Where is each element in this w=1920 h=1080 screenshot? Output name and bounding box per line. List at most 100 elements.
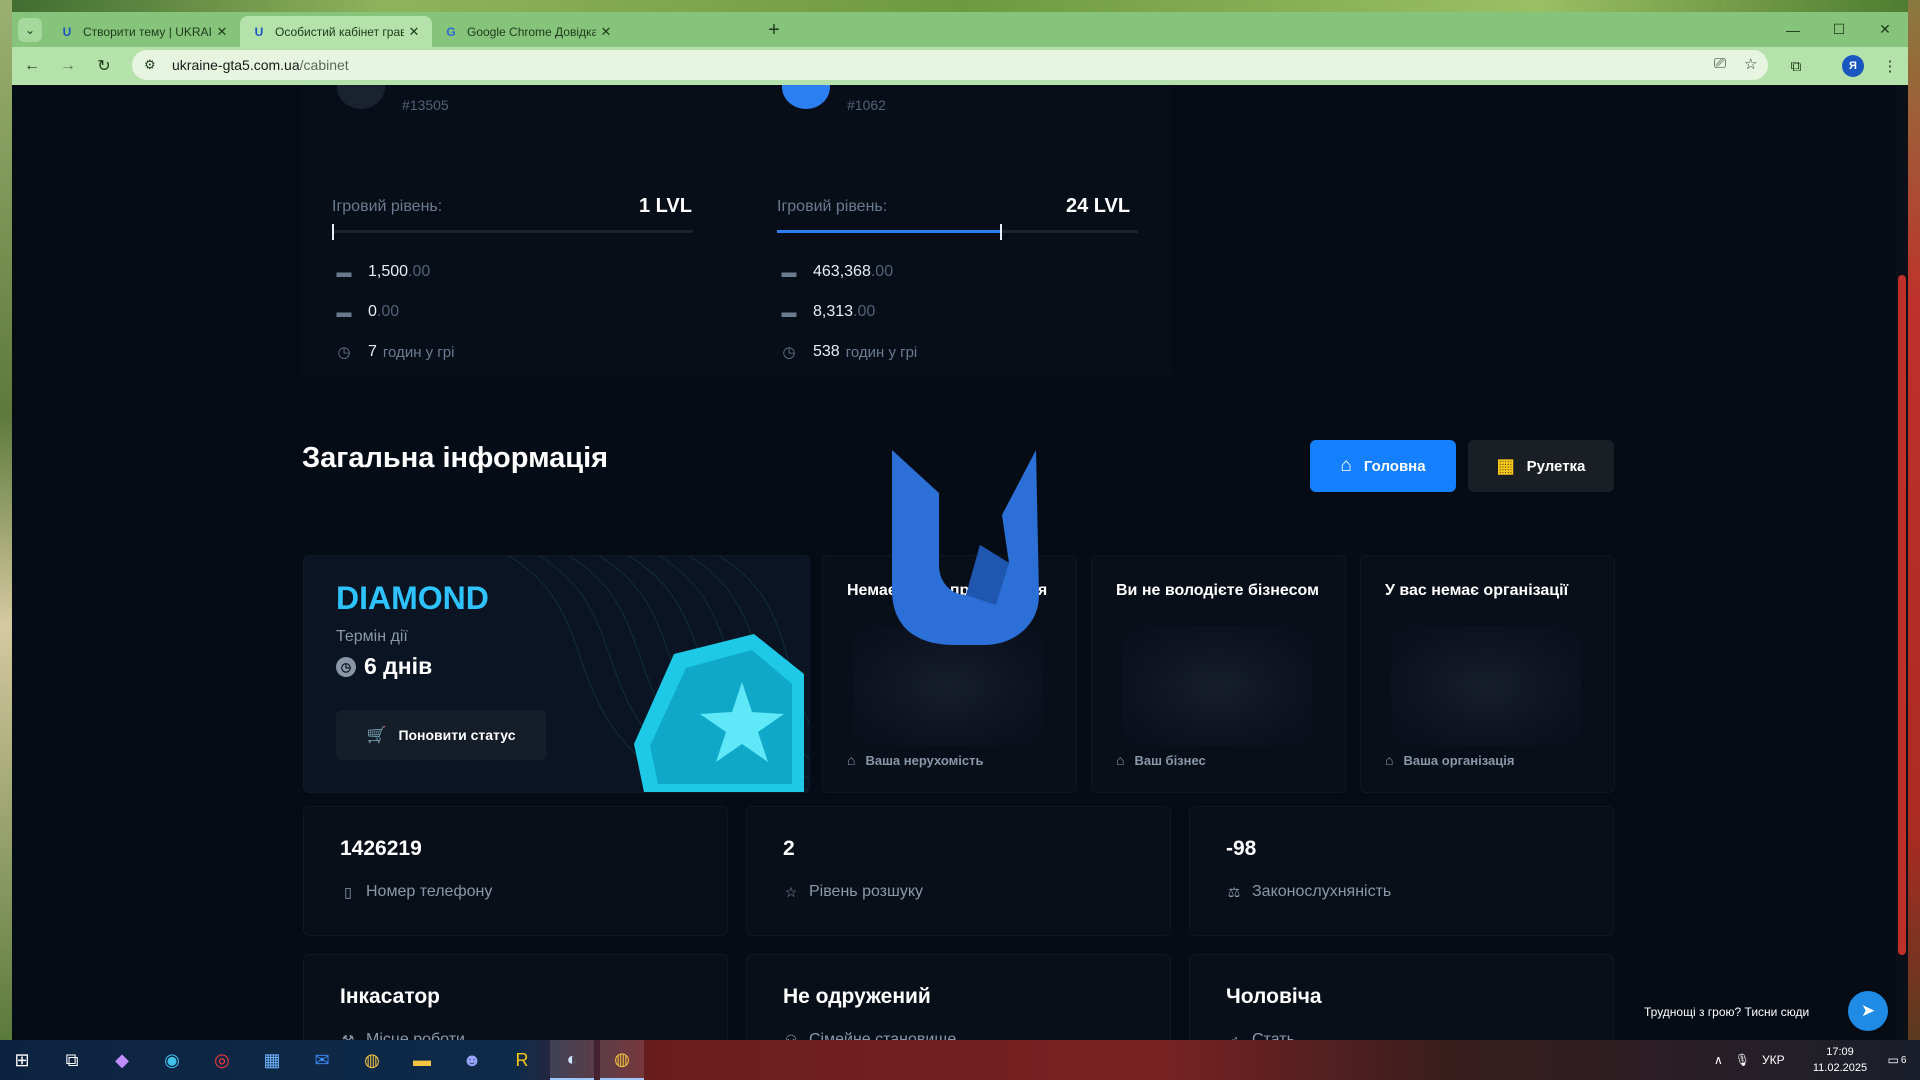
browser-menu-icon[interactable]: ⋮ — [1878, 54, 1902, 78]
outlook-icon[interactable]: ✉ — [300, 1040, 344, 1080]
organization-background-image — [1391, 626, 1581, 746]
bank-value: 8,313 — [813, 303, 854, 320]
phone-card: 1426219 ▯ Номер телефону — [303, 806, 728, 936]
system-tray: ∧ 🎙 УКР — [1714, 1040, 1785, 1080]
job-value: Інкасатор — [340, 985, 440, 1008]
male-icon: ♂ — [1228, 1032, 1240, 1040]
hours-unit: годин у грі — [845, 343, 918, 361]
roulette-button-label: Рулетка — [1526, 457, 1586, 475]
wanted-level-value: 2 — [783, 837, 795, 860]
business-card[interactable]: Ви не володієте бізнесом ⌂ Ваш бізнес — [1091, 555, 1346, 793]
copilot-icon[interactable]: ◆ — [100, 1040, 144, 1080]
level-label: Ігровий рівень: — [777, 198, 888, 215]
organization-card[interactable]: У вас немає організації ⌂ Ваша організац… — [1360, 555, 1615, 793]
cash-value: 1,500 — [368, 263, 409, 280]
cash-stat: ▬ 463,368.00 — [779, 261, 894, 283]
wanted-level-label: ☆ Рівень розшуку — [783, 883, 923, 901]
wallet-icon: ▬ — [336, 263, 352, 281]
task-view-icon[interactable]: ⧉ — [50, 1040, 94, 1080]
file-explorer-icon[interactable]: ▬ — [400, 1040, 444, 1080]
business-footer: ⌂ Ваш бізнес — [1116, 752, 1206, 768]
browser-window: ⌄ U Створити тему | UKRAINE GTA ✕ U Особ… — [12, 12, 1908, 1040]
back-arrow-icon[interactable]: ← — [20, 54, 44, 78]
organization-title: У вас немає організації — [1385, 582, 1569, 599]
organization-footer: ⌂ Ваша організація — [1385, 752, 1514, 768]
roulette-button[interactable]: ▦ Рулетка — [1468, 440, 1614, 492]
notification-icon: ▭ — [1887, 1053, 1899, 1067]
gender-label-text: Стать — [1252, 1031, 1295, 1040]
ukraine-gta-favicon-icon: U — [62, 24, 72, 39]
roulette-icon: ▦ — [1496, 455, 1515, 477]
main-button[interactable]: ⌂ Головна — [1310, 440, 1456, 492]
system-clock[interactable]: 17:09 11.02.2025 — [1800, 1044, 1880, 1076]
hours-value: 7 — [368, 343, 377, 360]
keyboard-language[interactable]: УКР — [1762, 1053, 1785, 1067]
url-text[interactable]: ukraine-gta5.com.ua/cabinet — [172, 57, 349, 73]
house-icon: ⌂ — [1116, 752, 1125, 768]
reload-icon[interactable]: ↻ — [92, 54, 116, 78]
help-prompt-text[interactable]: Труднощі з грою? Тисни сюди — [1644, 1005, 1809, 1019]
job-card: Інкасатор ⚒ Місце роботи — [303, 954, 728, 1040]
status-title: DIAMOND — [336, 580, 489, 616]
chrome-active-icon[interactable]: ◍ — [600, 1040, 644, 1080]
tab-search-button[interactable]: ⌄ — [18, 18, 42, 42]
close-tab-icon[interactable]: ✕ — [596, 24, 616, 40]
microphone-icon[interactable]: 🎙 — [1735, 1053, 1750, 1067]
marital-status-label: ⚇ Сімейне становище — [783, 1031, 957, 1040]
chrome-icon[interactable]: ◍ — [350, 1040, 394, 1080]
level-progress-marker — [332, 224, 334, 240]
gender-value: Чоловіча — [1226, 985, 1322, 1008]
google-favicon-icon: G — [446, 24, 456, 39]
level-value: 24 LVL — [1066, 195, 1131, 217]
page-scrollbar[interactable] — [1896, 85, 1908, 1040]
extensions-icon[interactable]: ⧉ — [1784, 54, 1808, 78]
page-content: #13505 #1062 Ігровий рівень: 1 LVL Ігров… — [12, 85, 1908, 1040]
business-footer-label: Ваш бізнес — [1134, 752, 1206, 768]
card-icon: ▬ — [336, 303, 352, 321]
clock-time: 17:09 — [1826, 1046, 1854, 1058]
telegram-help-button[interactable]: ➤ — [1848, 991, 1888, 1031]
profile-avatar[interactable]: Я — [1842, 55, 1864, 77]
discord-icon[interactable]: ☻ — [450, 1040, 494, 1080]
renew-status-button[interactable]: 🛒 Поновити статус — [336, 710, 546, 760]
player-id: #13505 — [402, 97, 449, 113]
cash-value: 463,368 — [813, 263, 871, 280]
site-info-icon[interactable]: ⚙ — [144, 57, 162, 73]
edge-icon[interactable]: ◉ — [150, 1040, 194, 1080]
tray-overflow-chevron-icon[interactable]: ∧ — [1714, 1053, 1723, 1067]
opera-icon[interactable]: ◎ — [200, 1040, 244, 1080]
bank-decimals: .00 — [376, 303, 400, 320]
ukraine-gta-logo — [892, 450, 1039, 645]
tab-create-topic[interactable]: U Створити тему | UKRAINE GTA ✕ — [48, 16, 240, 47]
close-tab-icon[interactable]: ✕ — [404, 24, 424, 40]
close-tab-icon[interactable]: ✕ — [212, 24, 232, 40]
cash-decimals: .00 — [408, 263, 431, 280]
new-tab-button[interactable]: + — [762, 18, 786, 42]
address-bar[interactable]: ⚙ ukraine-gta5.com.ua/cabinet ⎚ ☆ — [132, 50, 1768, 80]
scrollbar-thumb[interactable] — [1898, 275, 1906, 955]
tab-title: Google Chrome Довідка — [467, 24, 596, 39]
tab-player-cabinet[interactable]: U Особистий кабінет гравця ✕ — [240, 16, 432, 47]
tab-strip: ⌄ U Створити тему | UKRAINE GTA ✕ U Особ… — [12, 12, 1908, 47]
browser-toolbar: ← → ↻ ⚙ ukraine-gta5.com.ua/cabinet ⎚ ☆ … — [12, 47, 1908, 85]
ukraine-gta-favicon-icon: U — [254, 24, 264, 39]
level-value: 1 LVL — [639, 195, 692, 217]
steam-icon[interactable]: ◐ — [550, 1040, 594, 1080]
telegram-icon: ➤ — [1860, 1001, 1876, 1020]
minimize-window-button[interactable]: — — [1770, 12, 1816, 47]
start-windows-icon[interactable]: ⊞ — [0, 1040, 44, 1080]
phone-value: 1426219 — [340, 837, 422, 860]
maximize-window-button[interactable]: ☐ — [1816, 12, 1862, 47]
bookmark-star-icon[interactable]: ☆ — [1744, 55, 1757, 73]
install-app-icon[interactable]: ⎚ — [1714, 55, 1726, 72]
tab-chrome-help[interactable]: G Google Chrome Довідка ✕ — [432, 16, 624, 47]
cash-decimals: .00 — [870, 263, 894, 280]
desktop-wallpaper-top — [0, 0, 1920, 12]
rockstar-launcher-icon[interactable]: R — [500, 1040, 544, 1080]
forward-arrow-icon[interactable]: → — [56, 54, 80, 78]
hours-value: 538 — [813, 343, 840, 360]
close-window-button[interactable]: ✕ — [1862, 12, 1908, 47]
url-domain: ukraine-gta5.com.ua — [172, 57, 300, 73]
notifications-button[interactable]: ▭ 6 — [1880, 1040, 1914, 1080]
store-icon[interactable]: ▦ — [250, 1040, 294, 1080]
